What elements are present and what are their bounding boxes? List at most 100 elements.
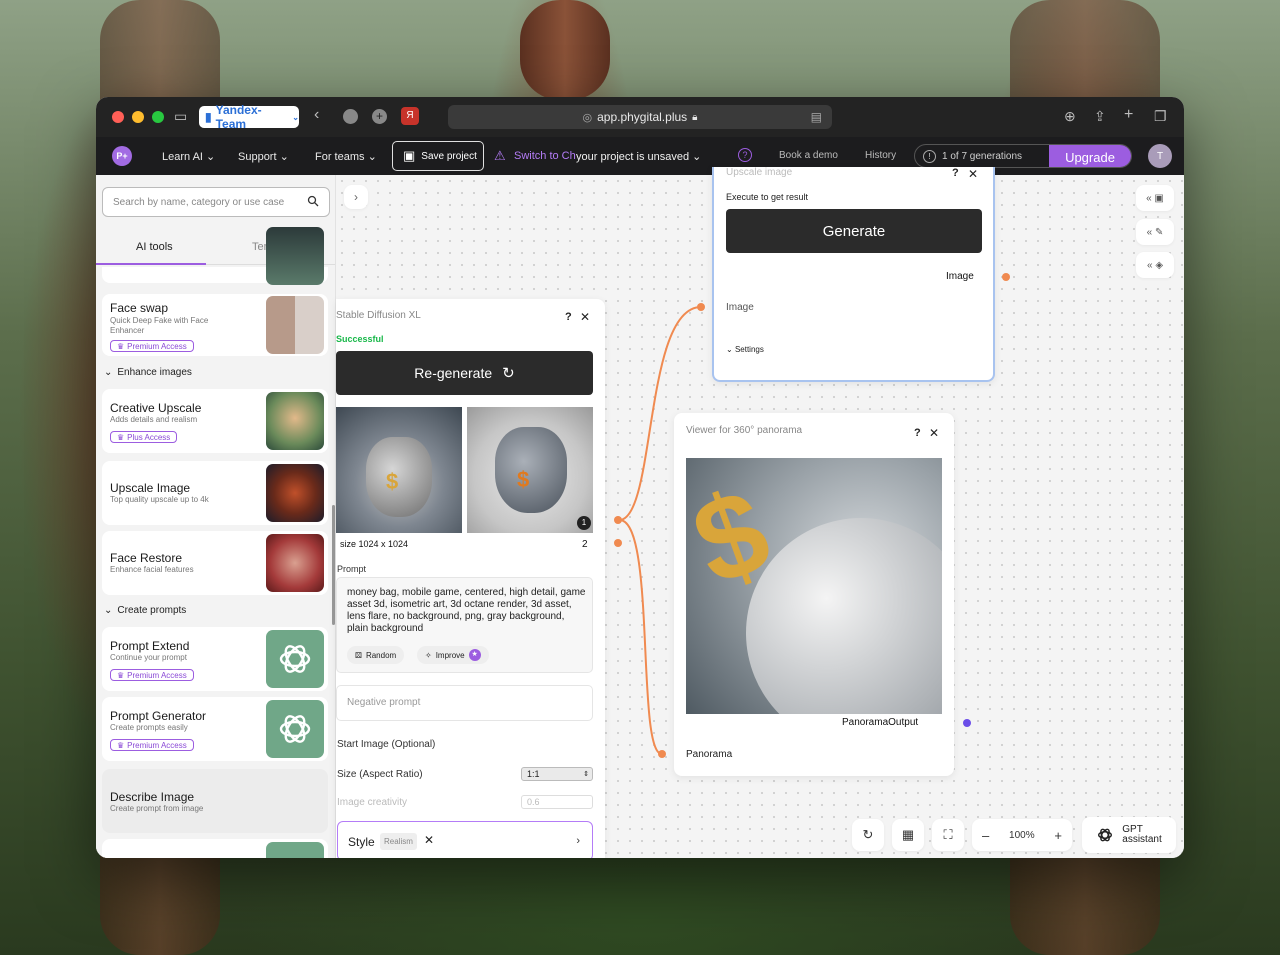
nav-for-teams[interactable]: For teams ⌄: [315, 150, 377, 163]
collapse-edit-button[interactable]: « ✎: [1136, 219, 1174, 245]
generated-image-2[interactable]: $ 1: [467, 407, 593, 533]
back-arrow-icon[interactable]: ‹: [314, 106, 319, 124]
book-demo-link[interactable]: Book a demo: [779, 150, 838, 161]
pinterest-tab-icon[interactable]: [343, 109, 358, 124]
fullscreen-button[interactable]: ⛶: [932, 819, 964, 851]
tool-card-partial[interactable]: [102, 227, 328, 285]
panorama-viewer-node[interactable]: Viewer for 360° panorama ? ✕ $ PanoramaO…: [674, 413, 954, 776]
chevron-down-icon: ⌄: [104, 367, 113, 378]
app-logo[interactable]: P+: [112, 146, 132, 166]
face-swap-thumbnail: [266, 296, 324, 354]
stable-diffusion-node[interactable]: Stable Diffusion XL ? ✕ Successful Re-ge…: [336, 299, 605, 858]
tool-card-prompt-extend[interactable]: Prompt Extend Continue your prompt ♛ Prem…: [102, 627, 328, 691]
negative-prompt-input[interactable]: Negative prompt: [336, 685, 593, 721]
profile-selector[interactable]: ▮ Yandex-Team ⌄: [199, 103, 299, 131]
chevron-right-icon[interactable]: ›: [576, 835, 580, 847]
gpt-assistant-button[interactable]: GPT assistant: [1082, 817, 1176, 853]
help-icon[interactable]: ?: [914, 427, 921, 439]
section-create-prompts[interactable]: ⌄ Create prompts: [104, 605, 186, 616]
remove-style-icon[interactable]: ✕: [424, 833, 434, 847]
help-icon[interactable]: ?: [952, 167, 959, 179]
crown-icon: ♛: [117, 432, 125, 442]
minimize-window-button[interactable]: [132, 111, 144, 123]
switch-text[interactable]: Switch to Ch: [514, 150, 576, 162]
tool-subtitle: Top quality upscale up to 4k: [110, 495, 209, 504]
creativity-label: Image creativity: [337, 797, 408, 808]
nav-learn-ai[interactable]: Learn AI ⌄: [162, 150, 215, 163]
tool-subtitle: Enhance facial features: [110, 565, 194, 574]
panorama-preview[interactable]: $: [686, 458, 942, 714]
help-icon[interactable]: ?: [565, 311, 572, 323]
prompt-field[interactable]: money bag, mobile game, centered, high d…: [336, 577, 593, 673]
upscale-input-port[interactable]: [697, 303, 705, 311]
tool-thumbnail: [266, 227, 324, 285]
random-button[interactable]: ⚄ Random: [347, 646, 405, 664]
zoom-in-button[interactable]: +: [1054, 828, 1062, 843]
close-window-button[interactable]: [112, 111, 124, 123]
zoom-controls: – 100% +: [972, 819, 1072, 851]
execute-hint: Execute to get result: [726, 192, 809, 202]
panorama-input-port[interactable]: [658, 750, 666, 758]
regenerate-button[interactable]: Re-generate ↻: [336, 351, 593, 395]
tool-card-face-swap[interactable]: Face swap Quick Deep Fake with Face Enha…: [102, 294, 328, 356]
profile-icon: ▮: [205, 110, 212, 124]
address-bar[interactable]: ◎ app.phygital.plus 🔒︎ ▤: [448, 105, 832, 129]
unsaved-notice[interactable]: your project is unsaved ⌄: [576, 150, 701, 163]
tool-card-face-restore[interactable]: Face Restore Enhance facial features: [102, 531, 328, 595]
sd-output-port[interactable]: [614, 516, 622, 524]
tool-subtitle: Create prompt from image: [110, 804, 204, 813]
sidebar-scrollbar[interactable]: [332, 505, 335, 625]
history-link[interactable]: History: [865, 150, 896, 161]
style-selector[interactable]: Style Realism ✕ ›: [337, 821, 593, 858]
grid-view-button[interactable]: ▦: [892, 819, 924, 851]
tool-card-creative-upscale[interactable]: Creative Upscale Adds details and realis…: [102, 389, 328, 453]
tab-overview-icon[interactable]: ❐: [1154, 108, 1167, 125]
close-icon[interactable]: ✕: [968, 167, 978, 181]
upscale-output-port[interactable]: [1002, 273, 1010, 281]
tab-ai-tools[interactable]: AI tools: [136, 241, 173, 253]
tool-search-input[interactable]: Search by name, category or use case: [102, 187, 330, 217]
search-icon[interactable]: [307, 195, 319, 207]
creativity-input[interactable]: 0.6: [521, 795, 593, 809]
panorama-output-port[interactable]: [963, 719, 971, 727]
new-tab-plus-icon[interactable]: +: [372, 109, 387, 124]
maximize-window-button[interactable]: [152, 111, 164, 123]
status-text: Successful: [336, 334, 384, 344]
aspect-ratio-select[interactable]: 1:1 ⇕: [521, 767, 593, 781]
premium-badge: ♛ Premium Access: [110, 739, 194, 751]
generate-button[interactable]: Generate: [726, 209, 982, 253]
improve-button[interactable]: ✧ Improve ★: [417, 646, 489, 664]
settings-toggle[interactable]: ⌄ Settings: [726, 345, 764, 354]
style-label: Style: [348, 835, 375, 849]
help-icon[interactable]: ?: [738, 148, 752, 162]
expand-sidebar-button[interactable]: ›: [344, 185, 368, 209]
generations-pill[interactable]: ! 1 of 7 generations Upgrade: [914, 144, 1132, 168]
tool-subtitle: Continue your prompt: [110, 653, 187, 662]
tool-card-partial-bottom[interactable]: [102, 839, 328, 858]
yandex-tab-icon[interactable]: Я: [401, 107, 419, 125]
save-project-button[interactable]: ▣ Save project: [392, 141, 484, 171]
upgrade-button[interactable]: Upgrade: [1049, 145, 1131, 167]
sd-output-port-2[interactable]: [614, 539, 622, 547]
generated-image-1[interactable]: $: [336, 407, 462, 533]
nav-support[interactable]: Support ⌄: [238, 150, 289, 163]
tool-card-upscale-image[interactable]: Upscale Image Top quality upscale up to …: [102, 461, 328, 525]
tool-title: Prompt Generator: [110, 709, 207, 723]
reader-icon[interactable]: ▤: [811, 110, 822, 124]
collapse-panel-button[interactable]: « ▣: [1136, 185, 1174, 211]
zoom-out-button[interactable]: –: [982, 828, 989, 843]
tool-card-prompt-generator[interactable]: Prompt Generator Create prompts easily ♛…: [102, 697, 328, 761]
prompt-label: Prompt: [337, 564, 367, 574]
new-tab-icon[interactable]: +: [1124, 106, 1133, 124]
tool-card-describe-image[interactable]: Describe Image Create prompt from image: [102, 769, 328, 833]
section-enhance-images[interactable]: ⌄ Enhance images: [104, 367, 192, 378]
user-avatar[interactable]: T: [1148, 144, 1172, 168]
download-icon[interactable]: ⊕: [1064, 108, 1076, 125]
close-icon[interactable]: ✕: [929, 426, 939, 440]
upscale-image-node[interactable]: Upscale image ? ✕ Execute to get result …: [712, 167, 995, 382]
reset-view-button[interactable]: ↻: [852, 819, 884, 851]
sidebar-toggle-icon[interactable]: ▭: [174, 108, 187, 125]
share-icon[interactable]: ⇪: [1094, 108, 1106, 125]
close-icon[interactable]: ✕: [580, 310, 590, 324]
collapse-layers-button[interactable]: « ◈: [1136, 252, 1174, 278]
